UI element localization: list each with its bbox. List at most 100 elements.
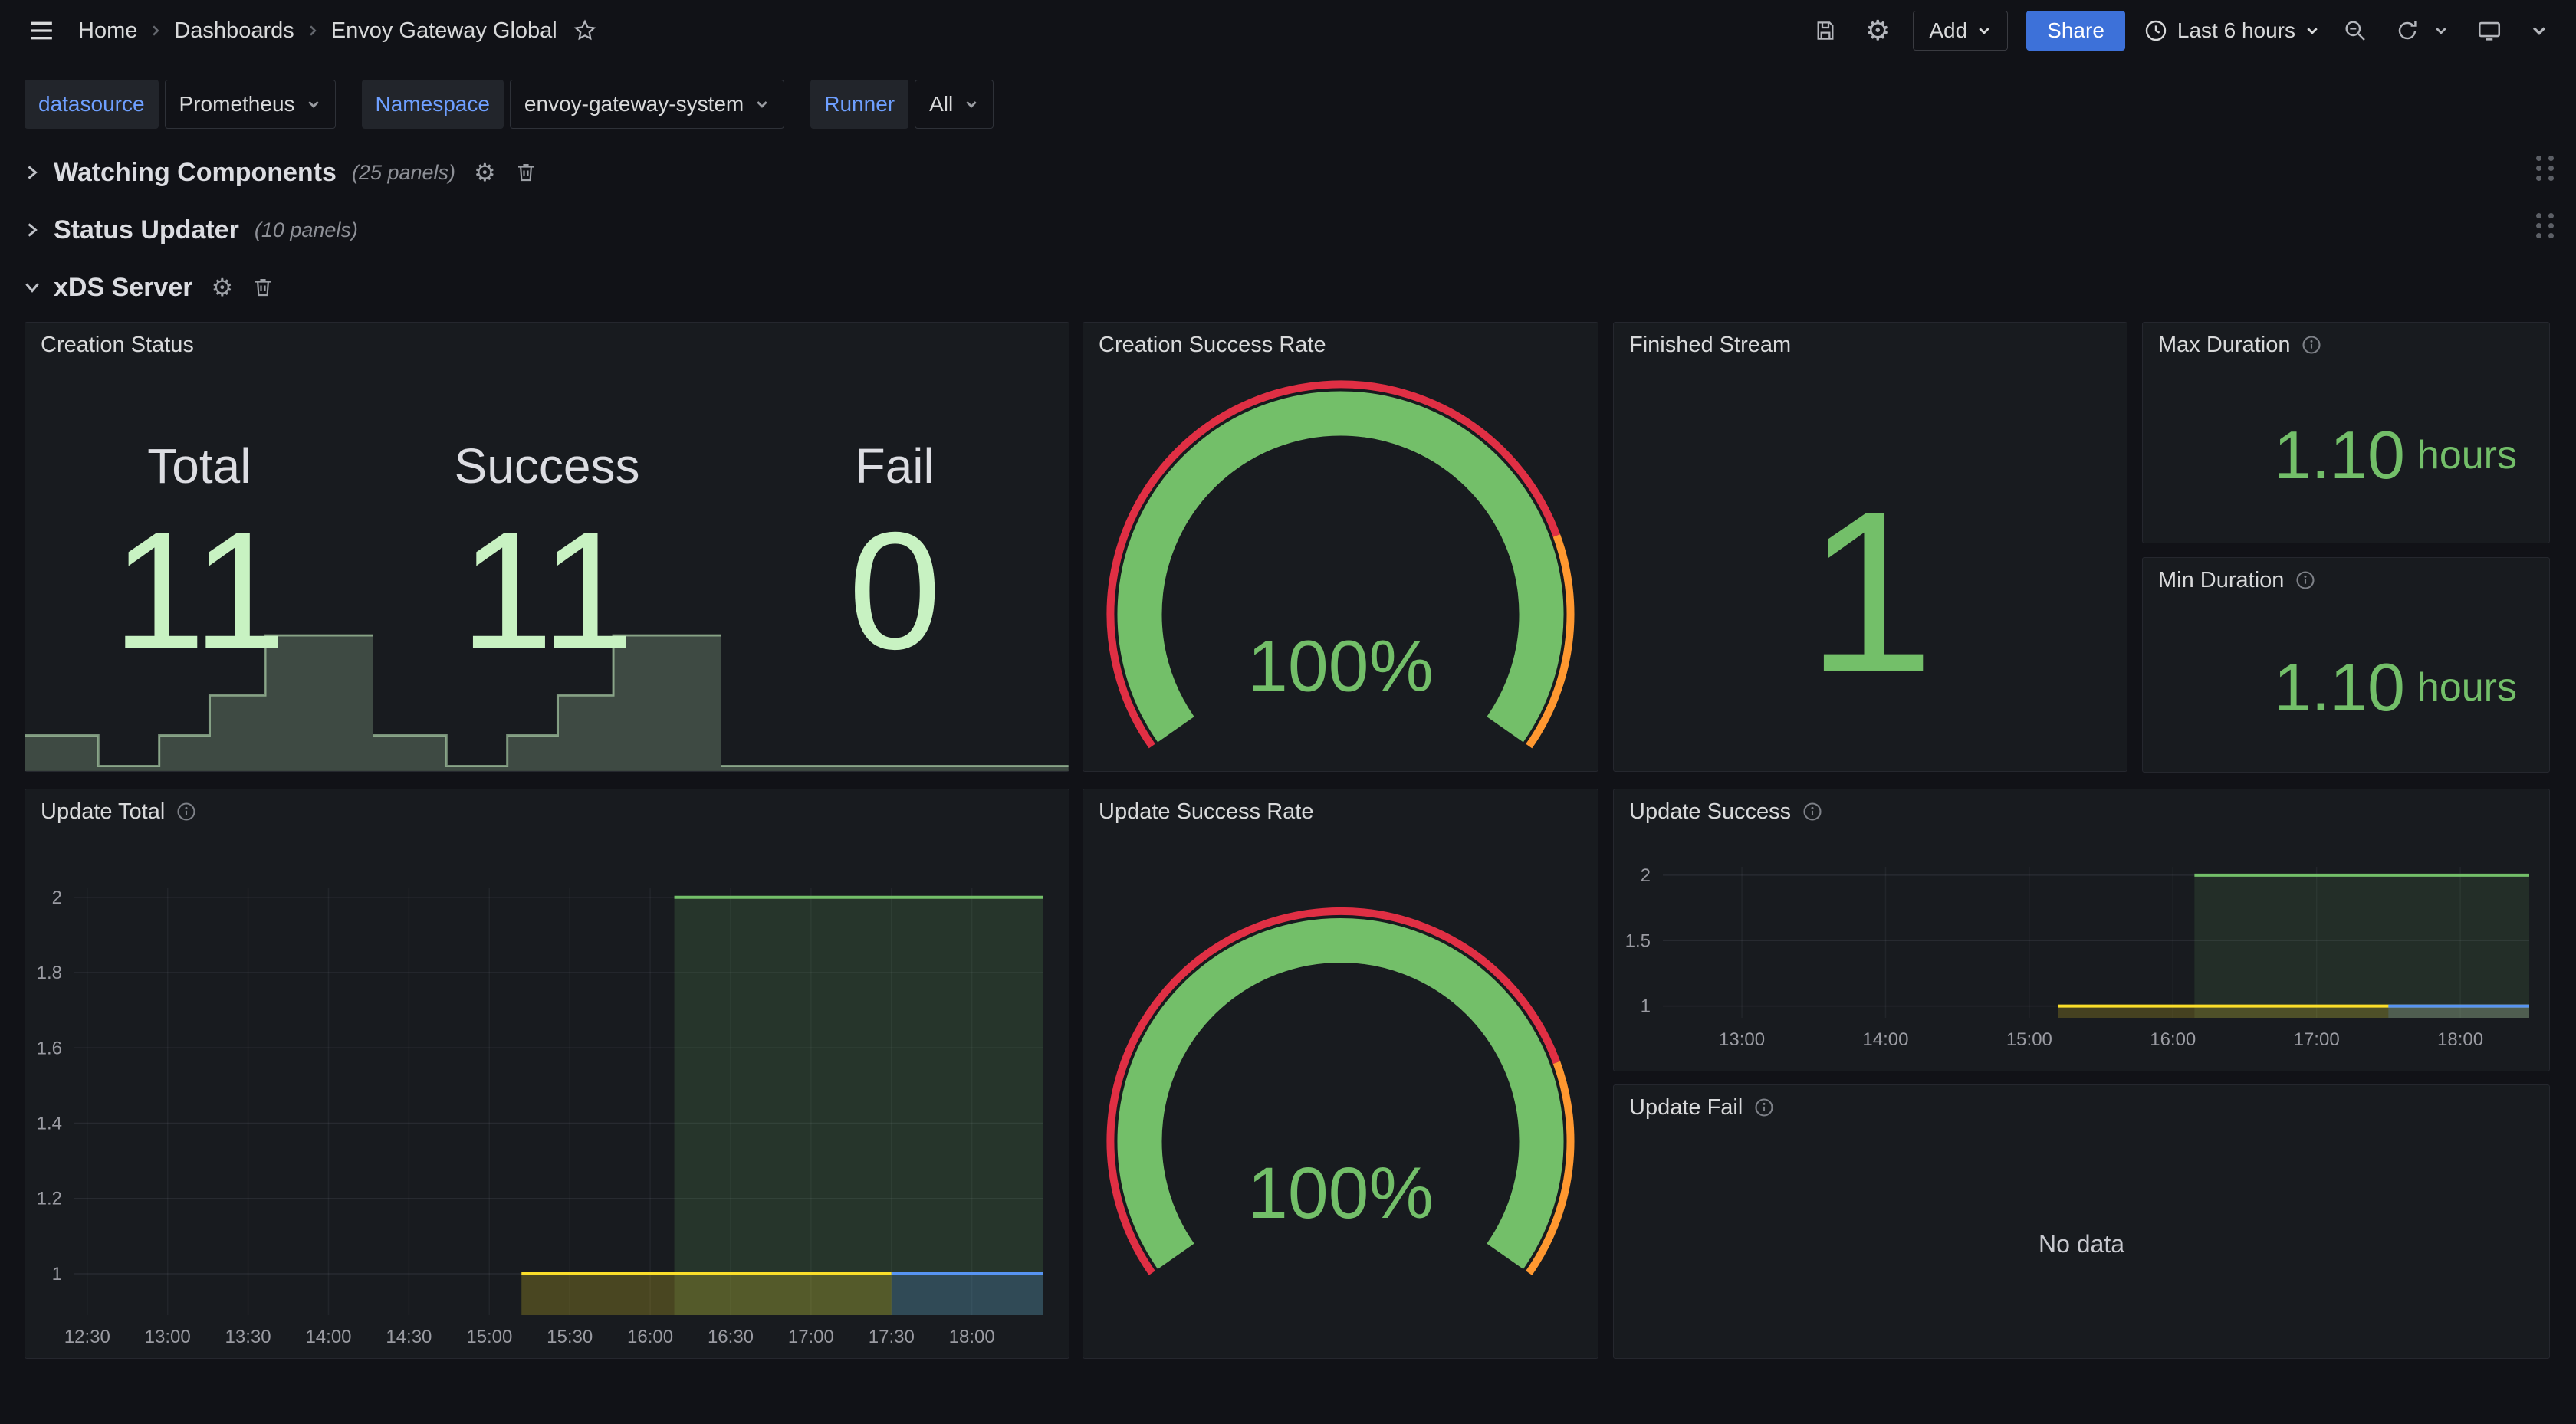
zoom-out-icon[interactable] (2338, 14, 2372, 48)
svg-text:100%: 100% (1247, 625, 1434, 707)
svg-text:13:00: 13:00 (1719, 1029, 1765, 1050)
stat-panel-body: 1.10 hours (2143, 367, 2549, 543)
chevron-right-icon (148, 23, 163, 38)
runner-select[interactable]: All (915, 80, 994, 129)
timeseries-chart[interactable]: 11.5213:0014:0015:0016:0017:0018:00 (1614, 834, 2549, 1071)
kiosk-monitor-icon[interactable] (2472, 13, 2507, 48)
variable-value: Prometheus (179, 92, 295, 116)
row-status-updater[interactable]: Status Updater (10 panels) (23, 208, 2556, 251)
stat-value: 1 (1806, 477, 1934, 707)
variable-namespace: Namespace envoy-gateway-system (362, 80, 785, 129)
panel-finished-stream: Finished Stream 1 (1613, 322, 2128, 772)
panel-header[interactable]: Finished Stream (1614, 323, 2127, 367)
gauge-chart: 100% (1083, 367, 1598, 771)
chevron-right-icon (23, 221, 41, 239)
chevron-down-icon (964, 97, 979, 112)
breadcrumb-dashboards[interactable]: Dashboards (174, 18, 294, 44)
svg-text:17:00: 17:00 (788, 1327, 834, 1347)
row-delete-trash-icon[interactable] (514, 161, 537, 184)
timeseries-chart[interactable]: 11.21.41.61.8212:3013:0013:3014:0014:301… (25, 834, 1069, 1358)
stat-panel-body: Total 11 Success 11 Fail 0 (25, 367, 1069, 771)
time-range-picker[interactable]: Last 6 hours (2144, 18, 2320, 43)
stat-label: Total (25, 438, 373, 494)
gear-icon[interactable]: ⚙ (1861, 12, 1894, 49)
svg-text:100%: 100% (1247, 1153, 1434, 1234)
panel-title: Creation Status (41, 333, 194, 358)
no-data-body: No data (1614, 1130, 2549, 1358)
info-icon[interactable] (1753, 1097, 1775, 1118)
datasource-select[interactable]: Prometheus (165, 80, 336, 129)
star-icon[interactable] (568, 14, 602, 48)
panel-max-duration: Max Duration 1.10 hours (2142, 322, 2550, 543)
row-title: Watching Components (54, 158, 337, 188)
namespace-select[interactable]: envoy-gateway-system (510, 80, 784, 129)
svg-text:12:30: 12:30 (64, 1327, 110, 1347)
stat-value: 1.10 (2274, 416, 2405, 494)
svg-text:14:00: 14:00 (305, 1327, 351, 1347)
chevron-right-icon (23, 163, 41, 182)
svg-text:1: 1 (52, 1264, 62, 1285)
row-title: Status Updater (54, 215, 239, 245)
info-icon[interactable] (1802, 801, 1823, 822)
row-settings-gear-icon[interactable]: ⚙ (474, 160, 496, 185)
panel-header[interactable]: Update Total (25, 789, 1069, 834)
svg-text:1.2: 1.2 (37, 1189, 62, 1209)
row-delete-trash-icon[interactable] (251, 276, 274, 299)
panel-update-total: Update Total 11.21.41.61.8212:3013:0013:… (25, 789, 1070, 1359)
panel-header[interactable]: Creation Success Rate (1083, 323, 1598, 367)
breadcrumb-current: Envoy Gateway Global (331, 18, 557, 44)
panel-header[interactable]: Min Duration (2143, 558, 2549, 602)
stat-value: 0 (721, 508, 1069, 675)
info-icon[interactable] (2301, 334, 2322, 356)
stat-label: Fail (721, 438, 1069, 494)
menu-icon[interactable] (23, 13, 60, 48)
time-range-label: Last 6 hours (2177, 18, 2295, 43)
panel-header[interactable]: Max Duration (2143, 323, 2549, 367)
panel-title: Update Success Rate (1099, 799, 1313, 825)
panel-update-success: Update Success 11.5213:0014:0015:0016:00… (1613, 789, 2550, 1071)
row-drag-handle[interactable] (2536, 213, 2556, 238)
variable-label: Namespace (362, 80, 504, 129)
refresh-interval-chevron-icon[interactable] (2429, 18, 2453, 43)
panel-header[interactable]: Creation Status (25, 323, 1069, 367)
share-button[interactable]: Share (2026, 11, 2125, 51)
row-settings-gear-icon[interactable]: ⚙ (211, 275, 233, 300)
info-icon[interactable] (176, 801, 197, 822)
chevron-down-icon (1976, 23, 1992, 38)
panel-title: Update Fail (1629, 1095, 1743, 1120)
svg-text:1.4: 1.4 (37, 1113, 62, 1134)
row-watching-components[interactable]: Watching Components (25 panels) ⚙ (23, 151, 2556, 194)
share-label: Share (2047, 18, 2104, 43)
row-title: xDS Server (54, 273, 192, 303)
panel-title: Update Success (1629, 799, 1791, 825)
svg-text:15:00: 15:00 (466, 1327, 512, 1347)
navbar-collapse-chevron-icon[interactable] (2525, 17, 2553, 44)
stat-label: Success (373, 438, 721, 494)
panel-min-duration: Min Duration 1.10 hours (2142, 557, 2550, 773)
save-icon[interactable] (1809, 14, 1842, 48)
svg-text:16:00: 16:00 (627, 1327, 673, 1347)
gauge-panel-body: 100% (1083, 367, 1598, 771)
row-drag-handle[interactable] (2536, 156, 2556, 181)
svg-text:1.5: 1.5 (1625, 930, 1651, 951)
top-navbar: Home Dashboards Envoy Gateway Global ⚙ A… (0, 0, 2576, 61)
stat-unit: hours (2417, 432, 2517, 478)
panel-header[interactable]: Update Success (1614, 789, 2549, 834)
stat-unit: hours (2417, 664, 2517, 710)
gauge-chart: 100% (1083, 834, 1598, 1358)
breadcrumb-home[interactable]: Home (78, 18, 137, 44)
refresh-icon[interactable] (2390, 14, 2424, 48)
info-icon[interactable] (2295, 569, 2316, 591)
variable-value: envoy-gateway-system (524, 92, 744, 116)
stat-value: 11 (373, 508, 721, 675)
timeseries-panel-body: 11.21.41.61.8212:3013:0013:3014:0014:301… (25, 834, 1069, 1358)
svg-text:14:00: 14:00 (1862, 1029, 1908, 1050)
panel-header[interactable]: Update Fail (1614, 1085, 2549, 1130)
chevron-down-icon (23, 278, 41, 297)
panel-creation-success-rate: Creation Success Rate 100% (1083, 322, 1598, 772)
panel-header[interactable]: Update Success Rate (1083, 789, 1598, 834)
svg-text:2: 2 (52, 888, 62, 908)
svg-text:1.6: 1.6 (37, 1038, 62, 1058)
add-button[interactable]: Add (1913, 11, 2008, 51)
row-xds-server[interactable]: xDS Server ⚙ (23, 266, 2556, 309)
